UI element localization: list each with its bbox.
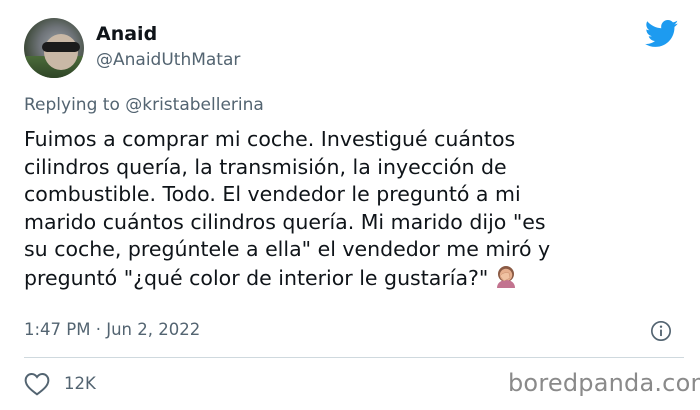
reply-mention-link[interactable]: @kristabellerina: [125, 95, 264, 115]
heart-icon[interactable]: [24, 372, 50, 396]
tweet-line: cilindros quería, la transmisión, la iny…: [24, 154, 507, 179]
tweet-line-last: preguntó "¿qué color de interior le gust…: [24, 264, 684, 293]
timestamp[interactable]: 1:47 PM · Jun 2, 2022: [24, 320, 200, 339]
author-handle[interactable]: @AnaidUthMatar: [96, 50, 240, 70]
like-count[interactable]: 12K: [64, 374, 96, 393]
tweet-line: su coche, pregúntele a ella" el vendedor…: [24, 237, 551, 261]
info-icon[interactable]: [650, 320, 672, 342]
watermark: boredpanda.com: [508, 369, 700, 397]
reply-prefix: Replying to: [24, 95, 120, 115]
twitter-bird-icon[interactable]: [645, 20, 679, 48]
tweet-text: Fuimos a comprar mi coche. Investigué cu…: [24, 126, 684, 292]
avatar[interactable]: [24, 18, 84, 78]
author-name[interactable]: Anaid: [96, 23, 157, 45]
avatar-glasses: [42, 42, 80, 52]
tweet-card: Anaid @AnaidUthMatar Replying to @krista…: [0, 0, 700, 410]
woman-facepalming-icon: [497, 265, 516, 288]
tweet-line: combustible. Todo. El vendedor le pregun…: [24, 182, 521, 206]
avatar-face: [44, 34, 78, 70]
reply-context: Replying to @kristabellerina: [24, 95, 264, 115]
tweet-line: Fuimos a comprar mi coche. Investigué cu…: [24, 127, 516, 151]
divider: [24, 357, 684, 358]
tweet-line: marido cuántos cilindros quería. Mi mari…: [24, 209, 546, 234]
tweet-line: preguntó "¿qué color de interior le gust…: [24, 265, 489, 290]
